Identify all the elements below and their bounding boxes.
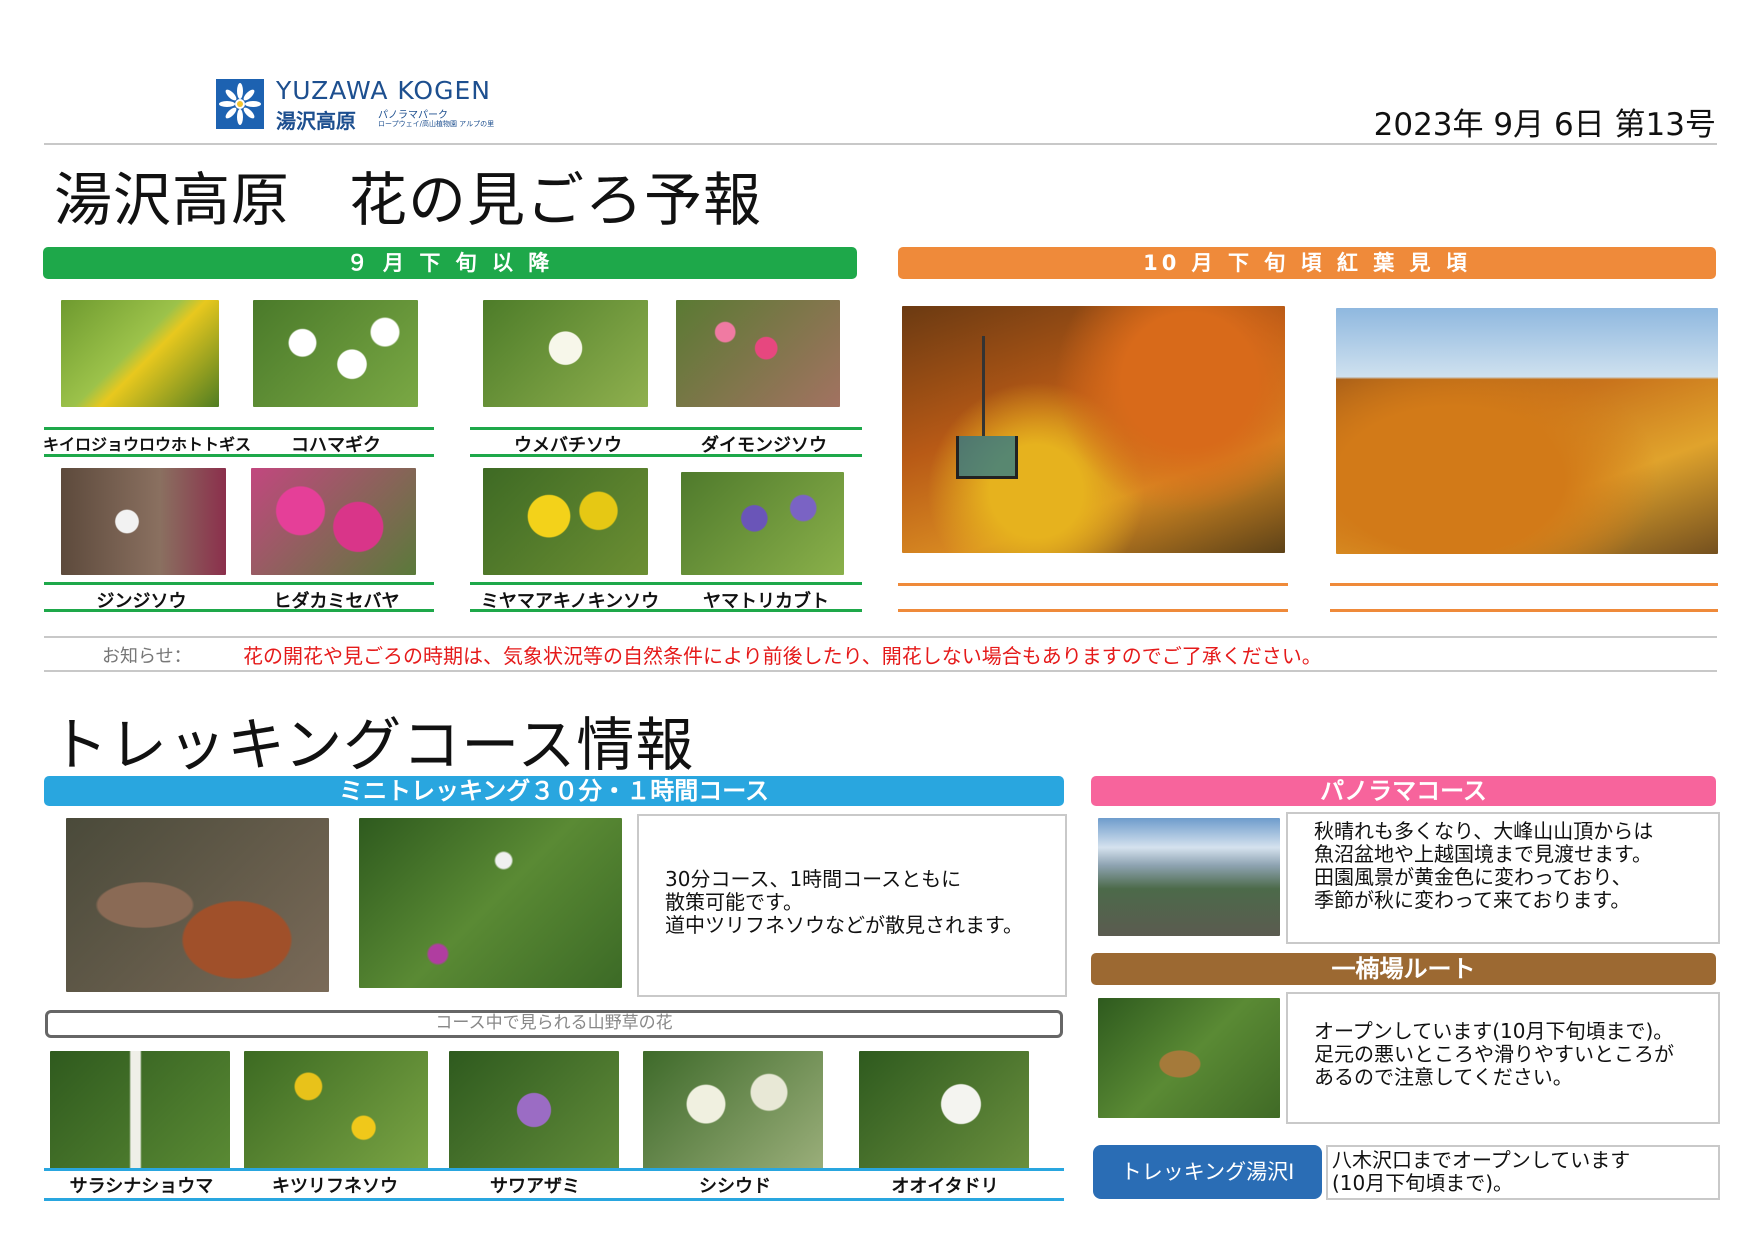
- trekking-yuzawa-info-box: 八木沢口までオープンしています (10月下旬頃まで)。: [1326, 1145, 1720, 1200]
- band-panorama-course: パノラマコース: [1091, 776, 1716, 806]
- photo-kitsurifunesou: [244, 1051, 428, 1169]
- divider: [898, 583, 1288, 586]
- trekking-yuzawa-button[interactable]: トレッキング湯沢Ⅰ: [1093, 1145, 1322, 1199]
- photo-ooitadori: [859, 1051, 1029, 1169]
- logo-emblem: [216, 79, 264, 129]
- label-kitsurifunesou: キツリフネソウ: [272, 1176, 398, 1197]
- photo-shishiudo: [643, 1051, 823, 1169]
- divider: [470, 427, 862, 430]
- band-late-october: 10 月 下 旬 頃 紅 葉 見 頃: [898, 247, 1716, 279]
- label-ooitadori: オオイタドリ: [891, 1176, 999, 1197]
- photo-yamatorikabuto: [681, 472, 844, 575]
- divider: [470, 454, 862, 457]
- photo-kohamagiku: [253, 300, 418, 407]
- edelweiss-icon: [219, 83, 261, 125]
- band-late-september: ９ 月 下 旬 以 降: [43, 247, 857, 279]
- logo-subtitle-small: ロープウェイ/高山植物園 アルプの里: [378, 120, 495, 128]
- divider: [44, 454, 434, 457]
- divider: [1330, 609, 1718, 612]
- header-divider: [44, 143, 1717, 145]
- photo-daimonjisou: [676, 300, 840, 407]
- divider: [44, 582, 434, 585]
- issue-date: 2023年 9月 6日 第13号: [1373, 107, 1716, 143]
- notice-text: 花の開花や見ごろの時期は、気象状況等の自然条件により前後したり、開花しない場合も…: [243, 644, 1322, 668]
- notice-divider-bottom: [44, 670, 1717, 672]
- divider: [44, 1168, 1064, 1171]
- photo-ichi-route: [1098, 998, 1280, 1118]
- label-shishiudo: シシウド: [699, 1176, 771, 1197]
- logo-text-jp: 湯沢高原: [276, 109, 356, 133]
- divider: [898, 609, 1288, 612]
- photo-mini-trekking-leaves: [66, 818, 329, 992]
- photo-autumn-ropeway: [902, 306, 1285, 553]
- band-ichi-route: 一楠場ルート: [1091, 953, 1716, 985]
- photo-mini-trekking-plants: [359, 818, 622, 988]
- ichi-route-info-box: オープンしています(10月下旬頃まで)。 足元の悪いところや滑りやすいところが …: [1286, 992, 1720, 1124]
- photo-panorama-view: [1098, 818, 1280, 936]
- band-mini-trekking: ミニトレッキング３０分・１時間コース: [44, 776, 1064, 806]
- photo-miyamaakinokinsou: [483, 468, 648, 575]
- photo-autumn-hillside: [1336, 308, 1718, 554]
- trekking-title: トレッキングコース情報: [50, 711, 695, 779]
- photo-sarashinashouma: [50, 1051, 230, 1169]
- photo-kiirojourouhototogisu: [61, 300, 219, 407]
- divider: [44, 609, 434, 612]
- label-kiirojourouhototogisu: キイロジョウロウホトトギス: [43, 435, 252, 454]
- notice-label: お知らせ：: [102, 646, 192, 667]
- photo-jinjisou: [61, 468, 226, 575]
- mini-trekking-text: 30分コース、1時間コースともに 散策可能です。 道中ツリフネソウなどが散見され…: [665, 867, 1023, 937]
- notice-divider-top: [44, 636, 1717, 638]
- ichi-route-text: オープンしています(10月下旬頃まで)。 足元の悪いところや滑りやすいところが …: [1314, 1019, 1674, 1089]
- trekking-yuzawa-text: 八木沢口までオープンしています (10月下旬頃まで)。: [1332, 1148, 1631, 1195]
- panorama-text: 秋晴れも多くなり、大峰山山頂からは 魚沼盆地や上越国境まで見渡せます。 田園風景…: [1314, 819, 1654, 912]
- label-sarashinashouma: サラシナショウマ: [69, 1176, 214, 1197]
- divider: [1330, 583, 1718, 586]
- label-sawaazami: サワアザミ: [490, 1176, 580, 1197]
- divider: [44, 1198, 1064, 1201]
- divider: [470, 582, 862, 585]
- flowers-title: 湯沢高原 花の見ごろ予報: [54, 166, 763, 234]
- panorama-info-box: 秋晴れも多くなり、大峰山山頂からは 魚沼盆地や上越国境まで見渡せます。 田園風景…: [1286, 812, 1720, 944]
- logo-text-en: YUZAWA KOGEN: [276, 76, 491, 105]
- mini-trekking-info-box: 30分コース、1時間コースともに 散策可能です。 道中ツリフネソウなどが散見され…: [637, 814, 1067, 997]
- divider: [44, 427, 434, 430]
- photo-sawaazami: [449, 1051, 619, 1169]
- divider: [470, 609, 862, 612]
- course-flowers-caption: コース中で見られる山野草の花: [45, 1010, 1063, 1038]
- photo-umebachisou: [483, 300, 648, 407]
- photo-hidakamisebaya: [251, 468, 416, 575]
